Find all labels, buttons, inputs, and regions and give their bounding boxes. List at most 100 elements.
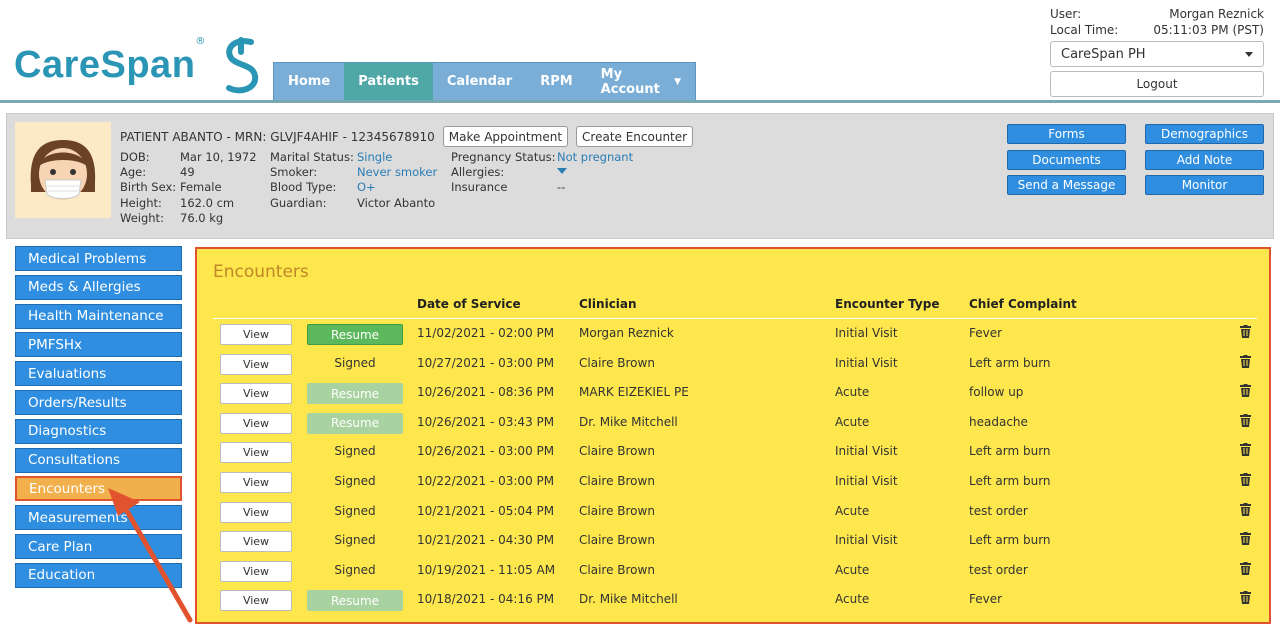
nav-item-patients[interactable]: Patients — [344, 63, 433, 100]
patient-avatar — [15, 122, 111, 218]
trash-icon[interactable] — [1240, 325, 1251, 342]
resume-button[interactable]: Resume — [307, 324, 403, 345]
cell-complaint: Fever — [969, 326, 1003, 340]
documents-button[interactable]: Documents — [1007, 150, 1126, 170]
table-row: View Signed 10/27/2021 - 03:00 PM Claire Br… — [197, 350, 1269, 380]
patient-field-label: Pregnancy Status: — [451, 150, 556, 164]
resume-button[interactable]: Resume — [307, 383, 403, 405]
sidebar-item-health-maintenance[interactable]: Health Maintenance — [15, 303, 182, 329]
trash-icon[interactable] — [1240, 473, 1251, 490]
view-button[interactable]: View — [220, 412, 292, 434]
table-row: View Signed 10/26/2021 - 03:00 PM Claire Br… — [197, 438, 1269, 468]
trash-icon[interactable] — [1240, 532, 1251, 549]
view-button[interactable]: View — [220, 472, 292, 493]
table-row: View Resume 10/18/2021 - 04:16 PM Dr. Mike … — [197, 586, 1269, 616]
patient-field-label: Blood Type: — [270, 180, 337, 195]
sidebar-item-orders-results[interactable]: Orders/Results — [15, 390, 182, 415]
nav-item-label: Home — [288, 74, 331, 89]
signed-status: Signed — [334, 355, 376, 370]
encounters-panel: Encounters Date of Service Clinician Enc… — [195, 247, 1271, 624]
cell-date: 11/02/2021 - 02:00 PM — [417, 326, 555, 340]
sidebar-item-medical-problems[interactable]: Medical Problems — [15, 246, 182, 271]
create-encounter-button[interactable]: Create Encounter — [576, 126, 694, 147]
col-header-clinician[interactable]: Clinician — [579, 297, 637, 311]
cell-type: Initial Visit — [835, 533, 898, 548]
trash-icon[interactable] — [1240, 354, 1251, 372]
patient-field-value: 49 — [180, 165, 195, 180]
organization-select[interactable]: CareSpan PH — [1050, 41, 1264, 67]
patient-field: Height: 162.0 cm — [120, 196, 257, 211]
cell-date: 10/21/2021 - 05:04 PM — [417, 503, 555, 518]
nav-item-home[interactable]: Home — [274, 63, 344, 100]
monitor-button[interactable]: Monitor — [1145, 175, 1264, 195]
view-button[interactable]: View — [220, 531, 292, 553]
cell-date: 10/27/2021 - 03:00 PM — [417, 355, 555, 370]
nav-item-label: Calendar — [446, 74, 513, 89]
table-row: View Resume 10/26/2021 - 08:36 PM MARK EIZE… — [197, 379, 1269, 409]
cell-date: 10/26/2021 - 03:00 PM — [417, 444, 555, 459]
view-button[interactable]: View — [220, 353, 292, 375]
nav-item-calendar[interactable]: Calendar — [433, 63, 526, 100]
sidebar-item-consultations[interactable]: Consultations — [15, 447, 182, 473]
trash-icon[interactable] — [1240, 413, 1251, 431]
nav-item-label: My Account — [600, 66, 660, 97]
allergies-caret-icon[interactable] — [557, 168, 567, 174]
view-button[interactable]: View — [220, 590, 292, 612]
cell-date: 10/21/2021 - 04:30 PM — [417, 533, 555, 548]
cell-complaint: follow up — [969, 385, 1024, 400]
nav-item-rpm[interactable]: RPM — [526, 63, 586, 100]
patient-field: Pregnancy Status: Not pregnant — [451, 150, 633, 165]
nav-item-label: RPM — [540, 74, 573, 89]
sidebar-item-evaluations[interactable]: Evaluations — [15, 361, 182, 387]
trash-icon[interactable] — [1240, 561, 1251, 579]
view-button[interactable]: View — [220, 324, 292, 345]
patient-field-label: Marital Status: — [270, 150, 354, 164]
table-row: View Resume 11/02/2021 - 02:00 PM Morgan Re… — [197, 320, 1269, 350]
resume-button[interactable]: Resume — [307, 590, 403, 612]
send-message-button[interactable]: Send a Message — [1007, 175, 1126, 195]
header-divider — [0, 100, 1280, 103]
view-button[interactable]: View — [220, 442, 292, 464]
forms-button[interactable]: Forms — [1007, 124, 1126, 144]
trash-icon[interactable] — [1240, 591, 1251, 608]
sidebar-item-care-plan[interactable]: Care Plan — [15, 534, 182, 559]
make-appointment-button[interactable]: Make Appointment — [442, 126, 569, 147]
patient-field-label: Weight: — [120, 210, 164, 225]
nav-item-my-account[interactable]: My Account ▼ — [587, 63, 695, 100]
view-button[interactable]: View — [220, 560, 292, 582]
patient-status: Pregnancy Status: Not pregnant Allergies: I… — [451, 150, 633, 196]
view-button[interactable]: View — [220, 501, 292, 523]
trash-icon[interactable] — [1240, 443, 1251, 460]
trash-icon[interactable] — [1240, 502, 1251, 520]
col-header-type[interactable]: Encounter Type — [835, 297, 939, 311]
cell-complaint: Fever — [969, 592, 1003, 607]
patient-field-value: O+ — [357, 180, 376, 195]
sidebar-item-encounters[interactable]: Encounters — [15, 476, 182, 502]
patient-field-value: Not pregnant — [557, 150, 634, 164]
organization-select-value: CareSpan PH — [1061, 46, 1146, 62]
cell-complaint: Left arm burn — [969, 533, 1051, 548]
add-note-button[interactable]: Add Note — [1145, 150, 1264, 170]
view-button[interactable]: View — [220, 383, 292, 405]
sidebar-item-diagnostics[interactable]: Diagnostics — [15, 418, 182, 444]
logout-button[interactable]: Logout — [1050, 71, 1264, 97]
cell-clinician: Morgan Reznick — [579, 326, 674, 340]
carespan-logo[interactable]: CareSpan ® — [14, 36, 261, 96]
sidebar-item-pmfshx[interactable]: PMFSHx — [15, 332, 182, 358]
cell-clinician: Claire Brown — [579, 474, 655, 488]
nav-item-label: Patients — [358, 74, 419, 89]
patient-field: Marital Status: Single — [270, 150, 437, 165]
cell-complaint: Left arm burn — [969, 444, 1051, 459]
trash-icon[interactable] — [1240, 384, 1251, 401]
cell-type: Acute — [835, 592, 870, 607]
col-header-date[interactable]: Date of Service — [417, 297, 521, 311]
patient-field-value: 76.0 kg — [180, 210, 224, 225]
sidebar-item-measurements[interactable]: Measurements — [15, 505, 182, 531]
demographics-button[interactable]: Demographics — [1145, 124, 1264, 144]
sidebar-item-education[interactable]: Education — [15, 562, 182, 588]
col-header-complaint[interactable]: Chief Complaint — [969, 297, 1077, 311]
sidebar-item-meds-allergies[interactable]: Meds & Allergies — [15, 274, 182, 300]
table-row: View Signed 10/19/2021 - 11:05 AM Claire Br… — [197, 557, 1269, 587]
cell-type: Acute — [835, 385, 870, 400]
resume-button[interactable]: Resume — [307, 412, 403, 434]
